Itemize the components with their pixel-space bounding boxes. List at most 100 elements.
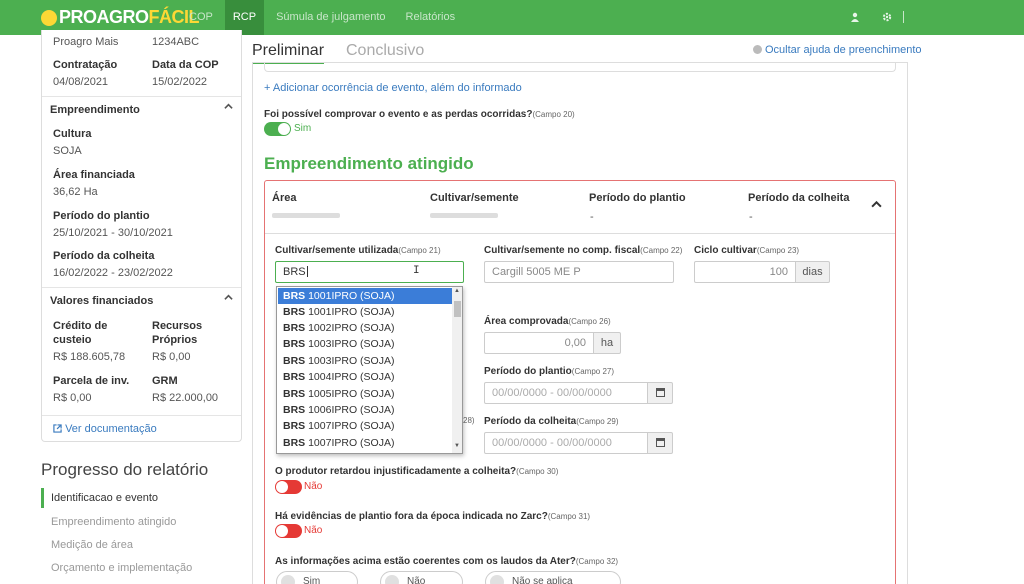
calendar-icon: [656, 438, 665, 447]
colheita-label: Período da colheita: [53, 250, 155, 262]
ater-option-nao-se-aplica[interactable]: Não se aplica: [485, 571, 621, 584]
progress-item-medicao[interactable]: Medição de área: [41, 535, 133, 555]
scroll-down-arrow-icon[interactable]: ▼: [454, 443, 460, 449]
colheita-calendar-button[interactable]: [647, 432, 673, 454]
dropdown-option[interactable]: BRS 1003IPRO (SOJA): [278, 353, 452, 369]
option-rest: 1001IPRO (SOJA): [305, 306, 395, 318]
question-evento: Foi possível comprovar o evento e as per…: [264, 109, 575, 120]
cultivar-autocomplete-list: BRS 1001IPRO (SOJA) BRS 1001IPRO (SOJA) …: [276, 286, 463, 454]
dropdown-option[interactable]: BRS 1001IPRO (SOJA): [278, 288, 452, 304]
area-comprovada-input[interactable]: 0,00: [484, 332, 594, 354]
colheita-date-input[interactable]: 00/00/0000 - 00/00/0000: [484, 432, 648, 454]
option-rest: 1006IPRO (SOJA): [305, 404, 395, 416]
colheita-field-label: Período da colheita(Campo 29): [484, 416, 619, 427]
scrollbar-thumb[interactable]: [454, 301, 461, 317]
area-financiada-label: Área financiada: [53, 169, 135, 181]
dropdown-scrollbar[interactable]: ▲ ▼: [452, 287, 462, 453]
campo-ref: (Campo 26): [568, 317, 611, 326]
chevron-up-icon[interactable]: [224, 102, 233, 114]
area-placeholder-bar: [272, 213, 340, 218]
nav-sumula[interactable]: Súmula de julgamento: [268, 0, 393, 35]
plantio-field-label-text: Período do plantio: [484, 366, 572, 377]
program-name: Proagro Mais: [53, 36, 119, 48]
area-financiada-value: 36,62 Ha: [53, 186, 98, 198]
chevron-up-icon[interactable]: [224, 293, 233, 305]
credito-label-1: Crédito de: [53, 320, 108, 332]
fiscal-label: Cultivar/semente no comp. fiscal(Campo 2…: [484, 245, 682, 256]
ocultar-ajuda-label: Ocultar ajuda de preenchimento: [765, 44, 922, 56]
match-text: BRS: [283, 420, 306, 432]
match-text: BRS: [283, 388, 306, 400]
fiscal-input[interactable]: Cargill 5005 ME P: [484, 261, 674, 283]
ver-documentacao-link[interactable]: Ver documentação: [53, 423, 157, 435]
tab-preliminar[interactable]: Preliminar: [252, 42, 325, 64]
plantio-date-input[interactable]: 00/00/0000 - 00/00/0000: [484, 382, 648, 404]
option-rest: 1005IPRO (SOJA): [305, 388, 395, 400]
dropdown-option[interactable]: BRS 1003IPRO (SOJA): [278, 336, 452, 352]
ocultar-ajuda-link[interactable]: Ocultar ajuda de preenchimento: [753, 44, 922, 56]
colheita-empty: -: [749, 211, 753, 223]
header-plantio: Período do plantio: [589, 192, 686, 204]
campo-ref: (Campo 30): [516, 467, 559, 476]
match-text: BRS: [283, 355, 306, 367]
gear-icon[interactable]: [882, 12, 892, 22]
occurrence-box-bottom: [264, 63, 896, 72]
collapse-chevron-icon[interactable]: [871, 199, 882, 213]
progress-item-identificacao[interactable]: Identificacao e evento: [41, 488, 158, 508]
scroll-up-arrow-icon[interactable]: ▲: [454, 288, 460, 294]
question-zarc: Há evidências de plantio fora da época i…: [275, 511, 590, 522]
grm-value: R$ 22.000,00: [152, 392, 219, 404]
plantio-field-label: Período do plantio(Campo 27): [484, 366, 614, 377]
dropdown-option[interactable]: BRS 1006IPRO (SOJA): [278, 402, 452, 418]
campo-ref: (Campo 27): [571, 367, 615, 376]
campo-ref: (Campo 23): [756, 246, 800, 255]
credito-label-2: custeio: [53, 334, 92, 346]
contratacao-label: Contratação: [53, 59, 118, 71]
plantio-empty: -: [590, 211, 594, 223]
ciclo-input[interactable]: 100: [694, 261, 796, 283]
dropdown-option[interactable]: BRS 1002IPRO (SOJA): [278, 320, 452, 336]
match-text: BRS: [283, 404, 306, 416]
radio-dot: [490, 575, 504, 584]
campo-ref: (Campo 20): [532, 110, 575, 119]
ater-option-label: Não se aplica: [512, 576, 573, 584]
parcela-label: Parcela de inv.: [53, 375, 130, 387]
match-text: BRS: [283, 338, 306, 350]
retardou-toggle[interactable]: [275, 480, 302, 494]
empreendimento-section-title: Empreendimento: [50, 104, 140, 116]
calendar-icon: [656, 388, 665, 397]
dropdown-option[interactable]: BRS 1007IPRO (SOJA): [278, 418, 452, 434]
dropdown-option[interactable]: BRS 1007IPRO (SOJA): [278, 435, 452, 451]
contratacao-value: 04/08/2021: [53, 76, 109, 88]
section-title: Empreendimento atingido: [264, 154, 474, 173]
plantio-calendar-button[interactable]: [647, 382, 673, 404]
nav-relatorios[interactable]: Relatórios: [398, 0, 464, 35]
evento-toggle[interactable]: [264, 122, 291, 136]
hidden-campo-fragment: 28): [463, 416, 475, 425]
user-icon[interactable]: [850, 12, 860, 22]
question-ater: As informações acima estão coerentes com…: [275, 556, 618, 567]
cultura-label: Cultura: [53, 128, 92, 140]
tab-conclusivo[interactable]: Conclusivo: [346, 42, 424, 60]
zarc-toggle[interactable]: [275, 524, 302, 538]
ater-option-sim[interactable]: Sim: [276, 571, 358, 584]
dropdown-option[interactable]: BRS 1001IPRO (SOJA): [278, 304, 452, 320]
option-rest: 1002IPRO (SOJA): [305, 322, 395, 334]
add-occurrence-link[interactable]: + Adicionar ocorrência de evento, além d…: [264, 82, 522, 94]
cultivar-input[interactable]: BRS: [275, 261, 464, 283]
option-rest: 1003IPRO (SOJA): [305, 355, 395, 367]
radio-dot: [281, 575, 295, 584]
campo-ref: (Campo 21): [398, 246, 441, 255]
progress-item-orcamento[interactable]: Orçamento e implementação: [41, 558, 192, 578]
ater-option-nao[interactable]: Não: [380, 571, 463, 584]
text-caret: [306, 266, 308, 277]
data-cop-value: 15/02/2022: [152, 76, 208, 88]
progress-item-empreendimento[interactable]: Empreendimento atingido: [41, 512, 176, 532]
ciclo-label-text: Ciclo cultivar: [694, 245, 757, 256]
toggle-knob: [276, 481, 288, 493]
ciclo-label: Ciclo cultivar(Campo 23): [694, 245, 799, 256]
proagro-facil-logo[interactable]: PROAGRO FÁCIL: [41, 7, 200, 28]
dropdown-option[interactable]: BRS 1005IPRO (SOJA): [278, 386, 452, 402]
ha-addon: ha: [593, 332, 621, 354]
dropdown-option[interactable]: BRS 1004IPRO (SOJA): [278, 369, 452, 385]
